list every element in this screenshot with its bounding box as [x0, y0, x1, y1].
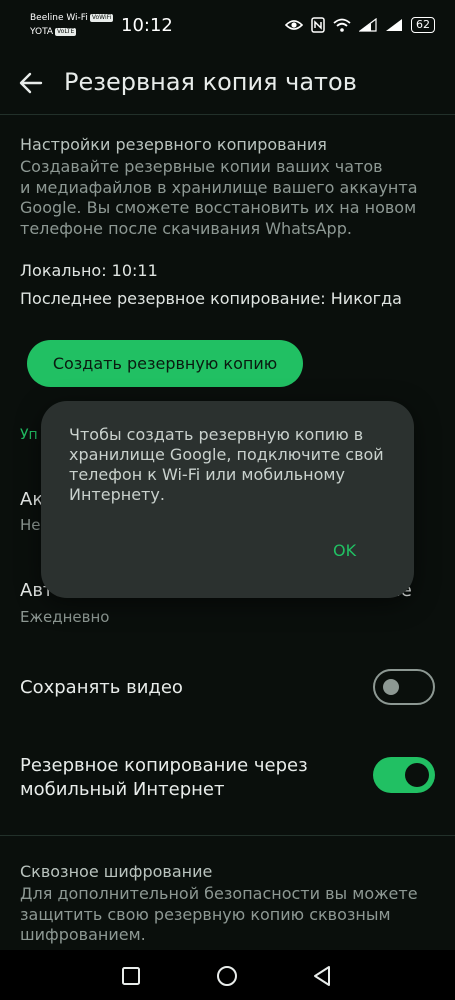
backup-settings-label: Настройки резервного копирования	[20, 135, 327, 154]
status-icons: 62	[285, 17, 435, 33]
signal-1-icon	[359, 18, 377, 32]
mobile-backup-label: Резервное копирование через мобильный Ин…	[20, 755, 308, 800]
page-title: Резервная копия чатов	[64, 68, 357, 96]
google-account-sub: Не	[20, 516, 41, 534]
status-time: 10:12	[121, 15, 173, 36]
appbar-divider	[0, 114, 455, 115]
nfc-icon	[311, 17, 325, 33]
mobile-backup-toggle[interactable]	[373, 757, 435, 793]
encryption-description: Для дополнительной безопасности вы может…	[20, 884, 418, 944]
section-divider	[0, 835, 455, 836]
status-bar: Beeline Wi-Fi VoWiFi YOTA VoLTE 10:12 62	[0, 0, 455, 50]
local-backup-time: Локально: 10:11	[20, 261, 158, 280]
connection-dialog: Чтобы создать резервную копию в хранилищ…	[41, 401, 414, 598]
toggle-knob	[383, 679, 399, 695]
dialog-message: Чтобы создать резервную копию в хранилищ…	[69, 425, 384, 504]
wifi-icon	[333, 18, 351, 32]
back-arrow-icon[interactable]	[18, 70, 44, 96]
last-backup-status: Последнее резервное копирование: Никогда	[20, 289, 402, 308]
carrier-1: Beeline Wi-Fi VoWiFi	[30, 13, 114, 23]
backup-description: Создавайте резервные копии ваших чатов и…	[20, 157, 418, 238]
system-nav-bar	[0, 950, 455, 1000]
toggle-knob	[405, 763, 429, 787]
eye-icon	[285, 20, 303, 30]
auto-backup-frequency: Ежедневно	[20, 608, 110, 626]
back-triangle-icon[interactable]	[310, 964, 334, 988]
save-video-toggle[interactable]	[373, 669, 435, 705]
vowifi-badge: VoWiFi	[89, 14, 114, 22]
save-video-label: Сохранять видео	[20, 677, 183, 698]
dialog-ok-button[interactable]: OK	[323, 535, 366, 566]
recents-square-icon[interactable]	[119, 964, 143, 988]
battery-indicator: 62	[411, 17, 435, 33]
home-circle-icon[interactable]	[215, 964, 239, 988]
create-backup-button[interactable]: Создать резервную копию	[27, 340, 303, 387]
volte-badge: VoLTE	[55, 28, 77, 36]
encryption-label: Сквозное шифрование	[20, 862, 213, 881]
signal-2-icon	[386, 19, 402, 31]
google-account-title[interactable]: Ак	[20, 489, 43, 510]
carrier-2: YOTA VoLTE	[30, 27, 77, 37]
manage-storage-label: Уп	[20, 427, 38, 443]
